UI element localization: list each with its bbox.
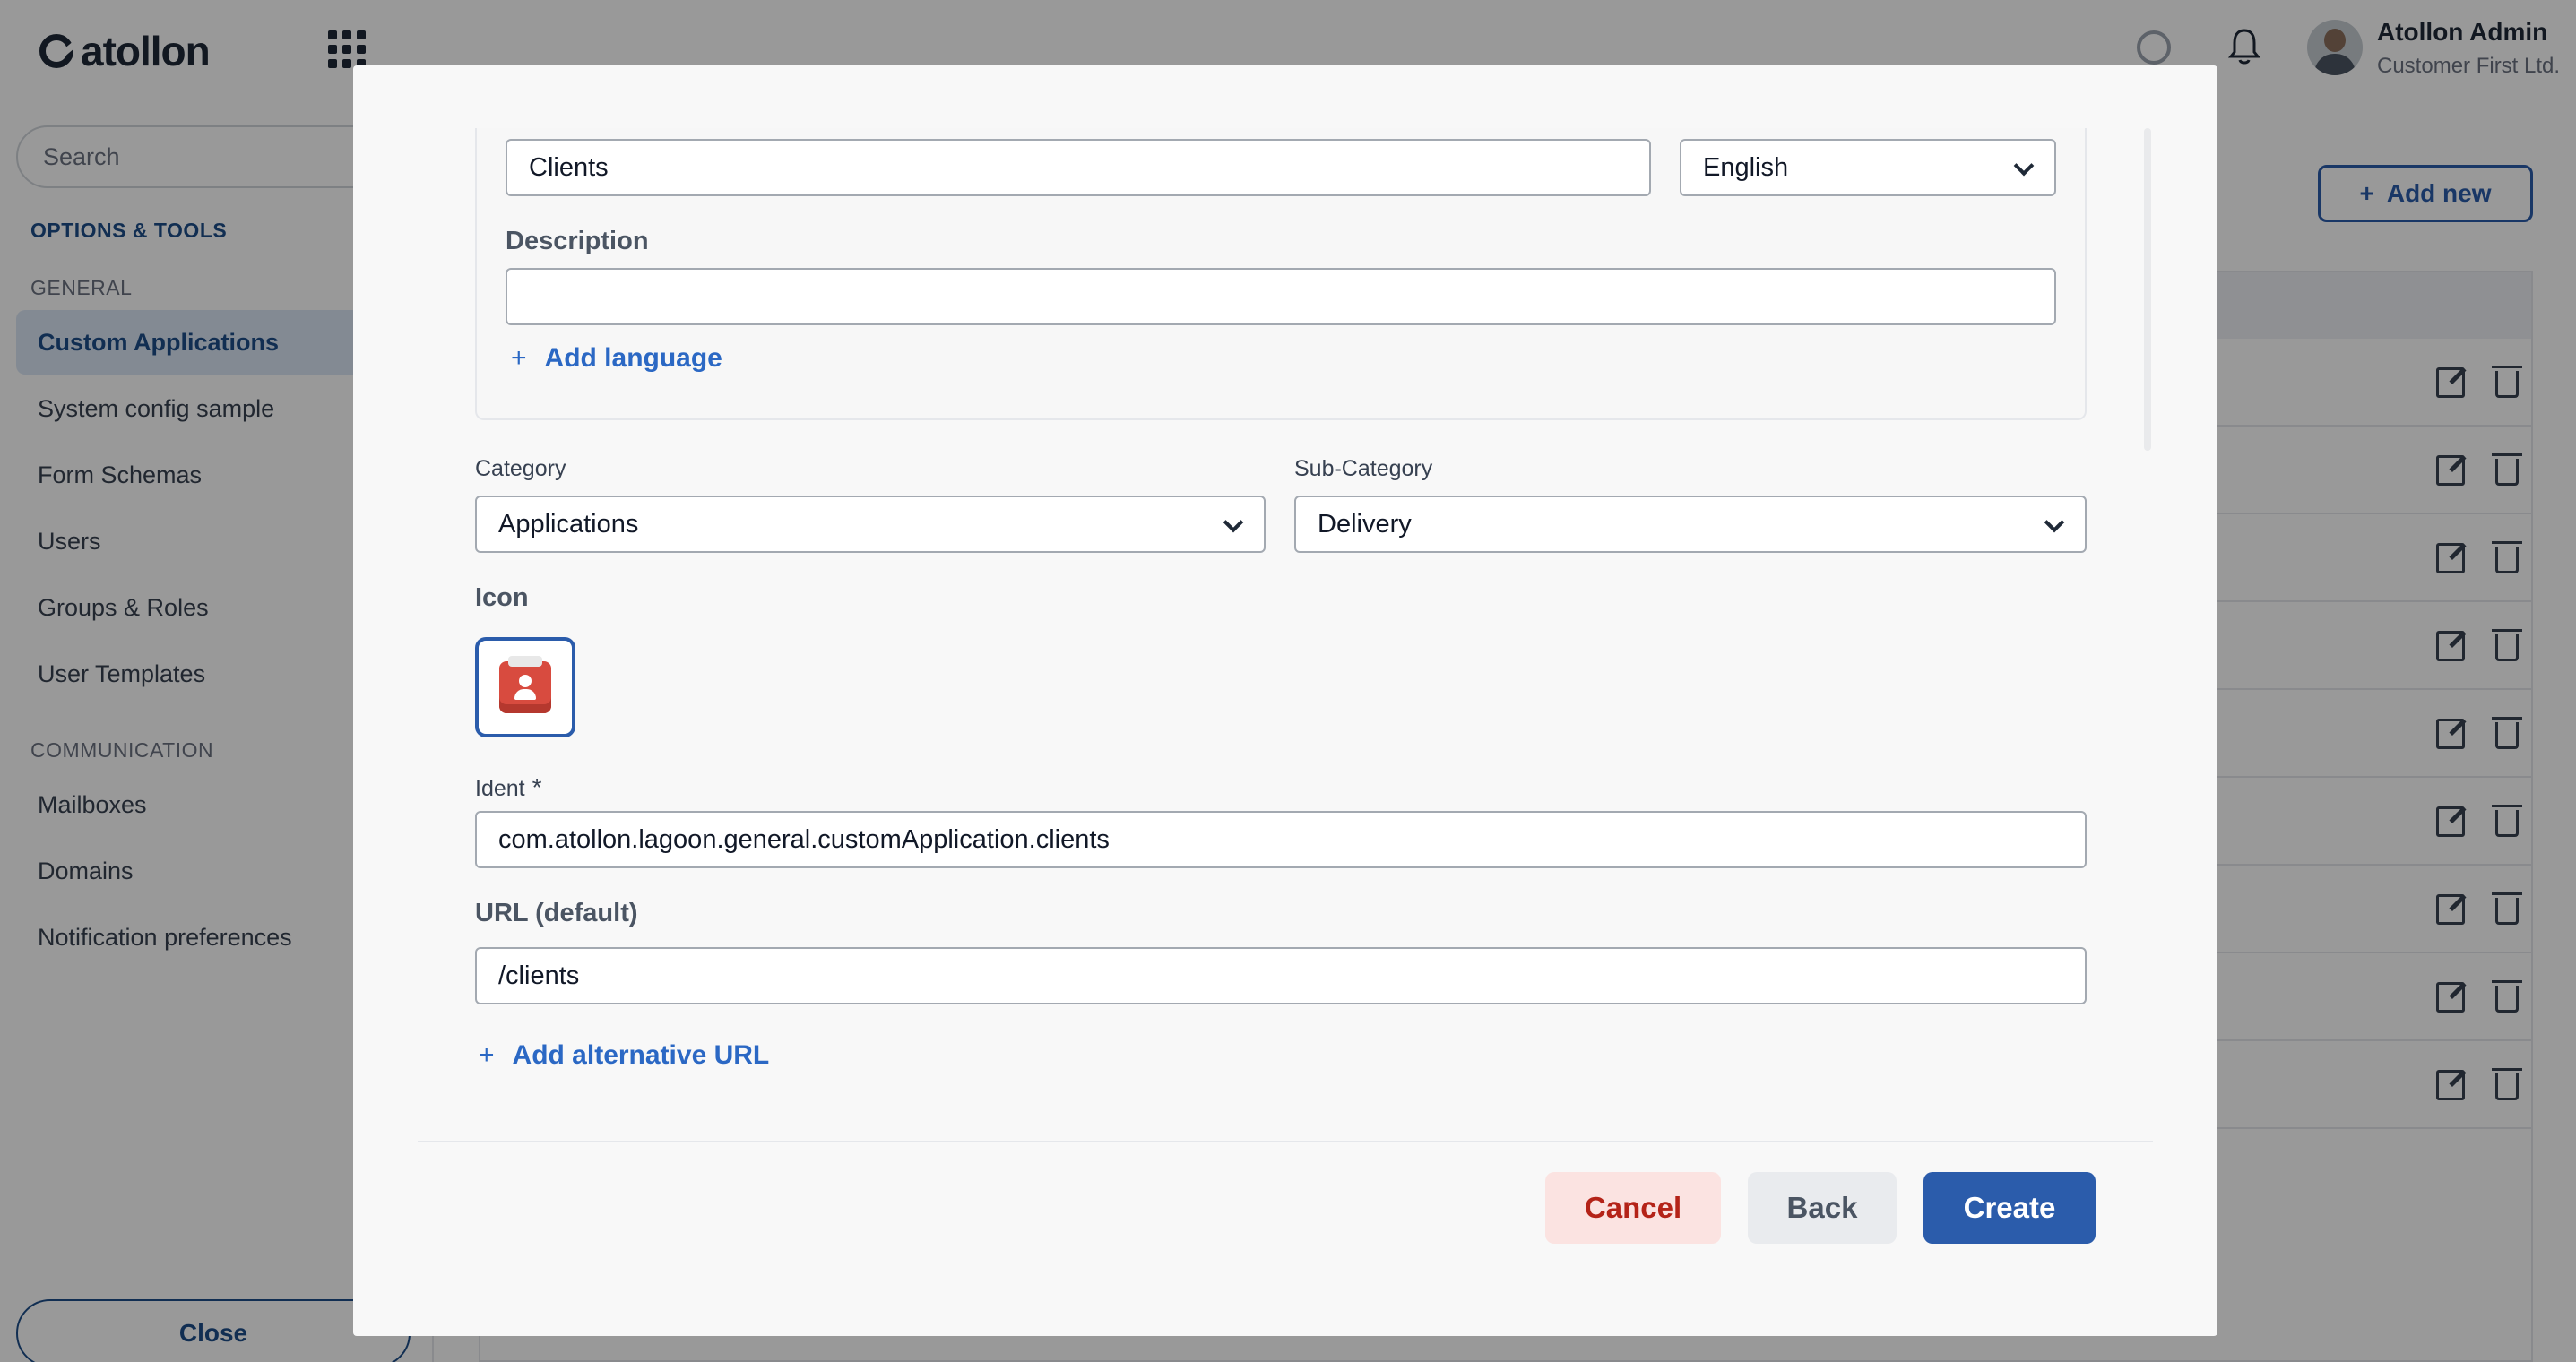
icon-label: Icon <box>475 583 529 612</box>
chevron-down-icon <box>2013 155 2035 177</box>
subcategory-select-value: Delivery <box>1318 509 1412 539</box>
add-language-button[interactable]: + Add language <box>511 343 722 374</box>
ident-input[interactable]: com.atollon.lagoon.general.customApplica… <box>475 811 2087 868</box>
category-select[interactable]: Applications <box>475 496 1266 553</box>
create-application-modal: Clients English Description + Add langua… <box>353 65 2217 1336</box>
create-button[interactable]: Create <box>1923 1172 2096 1244</box>
description-label: Description <box>506 227 649 255</box>
footer-divider <box>418 1141 2153 1142</box>
ident-label-text: Ident <box>475 776 525 801</box>
cancel-button[interactable]: Cancel <box>1545 1172 1721 1244</box>
modal-scrollbar[interactable] <box>2144 128 2151 451</box>
category-select-value: Applications <box>498 509 639 539</box>
add-alternative-url-label: Add alternative URL <box>512 1040 770 1070</box>
contact-app-icon <box>499 656 551 713</box>
description-input[interactable] <box>506 268 2056 325</box>
language-card: Clients English Description + Add langua… <box>475 128 2087 420</box>
category-label: Category <box>475 456 566 481</box>
icon-picker[interactable] <box>475 637 575 737</box>
ident-label: Ident * <box>475 773 542 802</box>
subcategory-label: Sub-Category <box>1294 456 1433 481</box>
url-label: URL (default) <box>475 899 638 927</box>
add-alternative-url-button[interactable]: + Add alternative URL <box>479 1040 769 1071</box>
language-select[interactable]: English <box>1680 139 2056 196</box>
name-input[interactable]: Clients <box>506 139 1651 196</box>
plus-icon: + <box>479 1040 495 1070</box>
chevron-down-icon <box>1223 512 1244 533</box>
subcategory-select[interactable]: Delivery <box>1294 496 2087 553</box>
plus-icon: + <box>511 343 527 373</box>
back-button[interactable]: Back <box>1748 1172 1897 1244</box>
language-select-value: English <box>1703 152 1789 182</box>
url-input[interactable]: /clients <box>475 947 2087 1004</box>
required-mark: * <box>532 773 542 801</box>
chevron-down-icon <box>2044 512 2065 533</box>
add-language-label: Add language <box>544 343 722 373</box>
